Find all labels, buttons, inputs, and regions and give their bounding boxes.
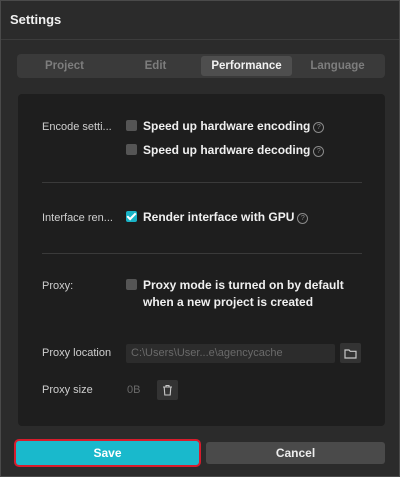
trash-icon[interactable] xyxy=(157,380,178,400)
proxy-label: Proxy: xyxy=(42,280,74,292)
render-gpu-label: Render interface with GPU xyxy=(143,210,295,224)
render-gpu-option[interactable]: Render interface with GPU? xyxy=(126,209,309,226)
proxy-location-field[interactable]: C:\Users\User...e\agencycache xyxy=(126,344,335,363)
proxy-mode-option[interactable]: Proxy mode is turned on by default when … xyxy=(126,277,356,311)
hardware-encoding-checkbox[interactable] xyxy=(126,120,137,131)
tab-performance[interactable]: Performance xyxy=(201,56,292,76)
tab-project[interactable]: Project xyxy=(19,56,110,76)
proxy-mode-checkbox[interactable] xyxy=(126,279,137,290)
section-divider xyxy=(42,182,362,183)
folder-icon[interactable] xyxy=(340,343,361,363)
save-button[interactable]: Save xyxy=(16,441,199,465)
tab-language[interactable]: Language xyxy=(292,56,383,76)
question-circle-icon[interactable]: ? xyxy=(297,213,309,224)
proxy-size-label: Proxy size xyxy=(42,384,93,396)
proxy-mode-label: Proxy mode is turned on by default when … xyxy=(143,278,344,309)
question-circle-icon[interactable]: ? xyxy=(313,122,325,133)
encode-settings-label: Encode setti... xyxy=(42,121,112,133)
settings-tabs: Project Edit Performance Language xyxy=(17,54,385,78)
question-circle-icon[interactable]: ? xyxy=(313,146,325,157)
interface-rendering-label: Interface ren... xyxy=(42,212,113,224)
hardware-decoding-label: Speed up hardware decoding xyxy=(143,143,311,157)
render-gpu-checkbox[interactable] xyxy=(126,211,137,222)
settings-window: Settings Project Edit Performance Langua… xyxy=(0,0,400,477)
tab-edit[interactable]: Edit xyxy=(110,56,201,76)
hardware-decoding-option[interactable]: Speed up hardware decoding? xyxy=(126,142,325,159)
proxy-location-label: Proxy location xyxy=(42,347,112,359)
cancel-button[interactable]: Cancel xyxy=(206,442,385,464)
proxy-size-value: 0B xyxy=(127,384,141,396)
title-divider xyxy=(1,39,399,40)
section-divider xyxy=(42,253,362,254)
hardware-encoding-option[interactable]: Speed up hardware encoding? xyxy=(126,118,325,135)
performance-panel: Encode setti... Speed up hardware encodi… xyxy=(18,94,385,426)
hardware-decoding-checkbox[interactable] xyxy=(126,144,137,155)
hardware-encoding-label: Speed up hardware encoding xyxy=(143,119,311,133)
window-title: Settings xyxy=(10,12,62,27)
